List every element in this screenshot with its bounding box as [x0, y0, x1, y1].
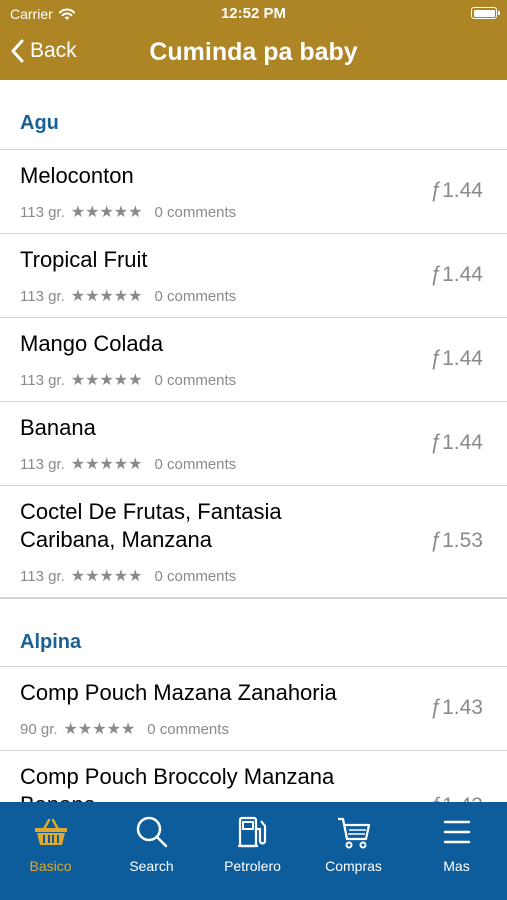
comment-count: 0 comments — [154, 455, 237, 473]
section-header-alpina: Alpina — [0, 598, 507, 667]
basket-icon — [34, 818, 67, 845]
list-item[interactable]: Coctel De Frutas, Fantasia Caribana, Man… — [0, 486, 507, 598]
clock: 12:52 PM — [220, 5, 287, 22]
product-name: Coctel De Frutas, Fantasia Caribana, Man… — [20, 499, 282, 552]
tab-bar: Basico Search Petrolero Compras Mas — [0, 802, 507, 900]
tab-compras[interactable]: Compras — [303, 812, 404, 874]
product-price: ƒ1.43 — [430, 794, 483, 802]
cart-icon — [337, 817, 370, 849]
comment-count: 0 comments — [154, 203, 237, 221]
comment-count: 0 comments — [154, 371, 237, 389]
product-price: ƒ1.44 — [430, 347, 483, 370]
product-list[interactable]: Agu Meloconton 113 gr. ★★★★★ 0 comments … — [0, 80, 507, 802]
list-item[interactable]: Mango Colada 113 gr. ★★★★★ 0 comments ƒ1… — [0, 318, 507, 402]
product-size: 113 gr. — [20, 455, 65, 473]
product-size: 113 gr. — [20, 567, 65, 585]
tab-mas[interactable]: Mas — [406, 812, 507, 874]
rating-stars: ★★★★★ — [70, 456, 143, 473]
list-item[interactable]: Comp Pouch Mazana Zanahoria 90 gr. ★★★★★… — [0, 667, 507, 751]
tab-search[interactable]: Search — [101, 812, 202, 874]
rating-stars: ★★★★★ — [70, 568, 143, 585]
product-size: 113 gr. — [20, 203, 65, 221]
rating-stars: ★★★★★ — [70, 204, 143, 221]
section-title: Agu — [20, 112, 59, 134]
product-meta: 90 gr. ★★★★★ 0 comments — [20, 719, 229, 739]
product-size: 90 gr. — [20, 720, 58, 738]
product-meta: 113 gr. ★★★★★ 0 comments — [20, 202, 236, 222]
comment-count: 0 comments — [154, 567, 237, 585]
product-price: ƒ1.53 — [430, 529, 483, 552]
product-price: ƒ1.44 — [430, 179, 483, 202]
product-name: Tropical Fruit — [20, 247, 148, 272]
tab-petrolero[interactable]: Petrolero — [202, 812, 303, 874]
tab-label: Compras — [325, 858, 382, 874]
tab-label: Petrolero — [224, 858, 281, 874]
navigation-bar: Back Cuminda pa baby — [0, 28, 507, 80]
page-title: Cuminda pa baby — [149, 38, 358, 66]
tab-label: Search — [129, 858, 174, 874]
comment-count: 0 comments — [147, 720, 229, 738]
rating-stars: ★★★★★ — [70, 372, 143, 389]
product-name: Banana — [20, 415, 96, 440]
product-price: ƒ1.44 — [430, 431, 483, 454]
comment-count: 0 comments — [154, 287, 237, 305]
tab-label: Mas — [443, 858, 470, 874]
product-name: Comp Pouch Mazana Zanahoria — [20, 680, 337, 705]
product-name: Meloconton — [20, 163, 134, 188]
search-icon — [136, 816, 167, 848]
menu-icon — [443, 820, 470, 844]
list-item[interactable]: Banana 113 gr. ★★★★★ 0 comments ƒ1.44 — [0, 402, 507, 486]
product-price: ƒ1.43 — [430, 696, 483, 719]
battery-icon — [471, 7, 500, 19]
product-meta: 113 gr. ★★★★★ 0 comments — [20, 370, 236, 390]
product-meta: 113 gr. ★★★★★ 0 comments — [20, 454, 236, 474]
product-meta: 113 gr. ★★★★★ 0 comments — [20, 286, 236, 306]
product-price: ƒ1.44 — [430, 263, 483, 286]
section-header-agu: Agu — [0, 80, 507, 150]
section-title: Alpina — [20, 631, 82, 653]
product-name: Mango Colada — [20, 331, 164, 356]
fuel-pump-icon — [237, 816, 266, 848]
status-bar: Carrier 12:52 PM — [0, 0, 507, 28]
product-meta: 113 gr. ★★★★★ 0 comments — [20, 566, 236, 586]
list-item[interactable]: Meloconton 113 gr. ★★★★★ 0 comments ƒ1.4… — [0, 150, 507, 234]
product-name: Comp Pouch Broccoly Manzana Banana — [20, 764, 335, 802]
rating-stars: ★★★★★ — [70, 288, 143, 305]
list-item[interactable]: Tropical Fruit 113 gr. ★★★★★ 0 comments … — [0, 234, 507, 318]
product-size: 113 gr. — [20, 371, 65, 389]
tab-label: Basico — [29, 858, 72, 874]
tab-basico[interactable]: Basico — [0, 812, 101, 874]
product-size: 113 gr. — [20, 287, 65, 305]
rating-stars: ★★★★★ — [63, 721, 136, 738]
list-item[interactable]: Comp Pouch Broccoly Manzana Banana ƒ1.43 — [0, 751, 507, 802]
